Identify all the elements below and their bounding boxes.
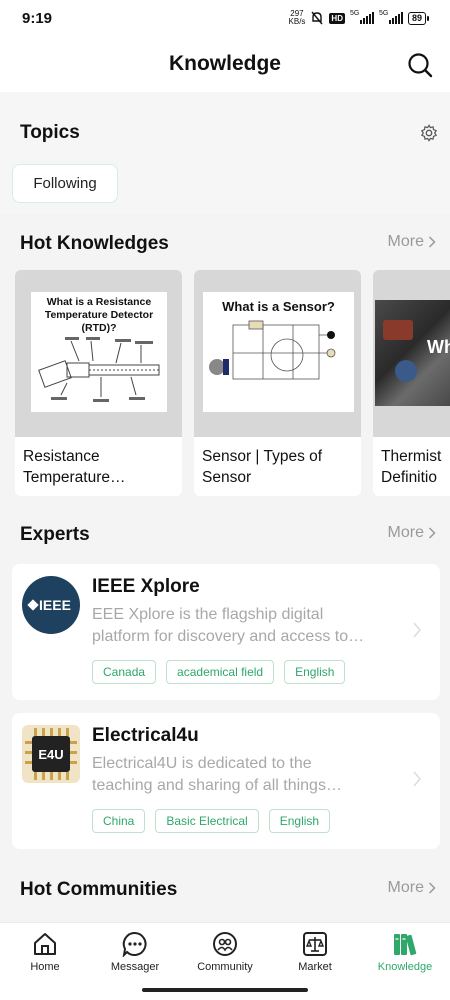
ieee-logo-text: IEEE: [39, 597, 71, 613]
tab-messager[interactable]: Messager: [90, 931, 180, 973]
image-title: Wh… a Ther…: [427, 337, 450, 357]
card-caption: Sensor | Types of Sensor: [194, 437, 361, 488]
caption-line: Resistance: [23, 448, 100, 465]
chevron-right-icon: [428, 882, 436, 894]
tag-field[interactable]: academical field: [166, 660, 275, 684]
home-indicator[interactable]: [142, 988, 308, 992]
caption-line: Temperature…: [23, 469, 126, 486]
knowledge-card-rtd[interactable]: What is a Resistance Temperature Detecto…: [15, 270, 182, 496]
mute-bell-icon: [311, 11, 323, 25]
expert-name: Electrical4u: [92, 725, 199, 746]
tag-language[interactable]: English: [268, 809, 331, 833]
tag-country[interactable]: Canada: [92, 660, 157, 684]
electrical4u-logo-text: E4U: [38, 747, 63, 762]
more-label: More: [387, 879, 424, 896]
experts-title: Experts: [20, 524, 90, 545]
knowledge-card-sensor[interactable]: What is a Sensor? Sensor | Types of Sens…: [194, 270, 361, 496]
description-line: teaching and sharing of all things…: [92, 777, 342, 794]
chevron-right-icon: [428, 527, 436, 539]
tag-country[interactable]: China: [92, 809, 146, 833]
tab-label: Knowledge: [377, 961, 433, 973]
tab-market[interactable]: Market: [270, 931, 360, 973]
tab-community[interactable]: Community: [180, 931, 270, 973]
sensor-circuit-illustration: [209, 320, 336, 380]
more-label: More: [387, 524, 424, 541]
gear-icon[interactable]: [420, 124, 438, 142]
status-time: 9:19: [22, 10, 53, 27]
sensor-circuit-image: What is a Sensor?: [203, 292, 354, 412]
chat-icon: [122, 931, 147, 957]
chevron-right-icon: [413, 622, 421, 638]
caption-line: Thermist: [381, 448, 442, 465]
hot-knowledges-carousel[interactable]: What is a Resistance Temperature Detecto…: [0, 270, 450, 500]
expert-name: IEEE Xplore: [92, 576, 200, 597]
tab-knowledge[interactable]: Knowledge: [360, 931, 450, 973]
electrical4u-chip-mark: E4U: [25, 728, 77, 780]
rtd-probe-illustration: [38, 337, 160, 402]
expert-description: EEE Xplore is the flagship digital platf…: [92, 604, 402, 648]
expert-tags: China Basic Electrical English: [92, 809, 331, 833]
tag-field[interactable]: Basic Electrical: [155, 809, 259, 833]
market-icon: [303, 932, 327, 956]
signal-label: 5G: [349, 10, 360, 17]
thermistor-photo: Wh… a Ther…: [375, 300, 450, 406]
net-speed: 297 KB/s: [289, 10, 306, 26]
signal-5g-1-icon: 5G: [349, 10, 374, 24]
card-caption: Resistance Temperature…: [15, 437, 182, 488]
status-bar: 9:19 297 KB/s HD 5G 5G 89: [0, 0, 450, 40]
expert-tags: Canada academical field English: [92, 660, 346, 684]
books-icon: [394, 934, 417, 956]
hd-badge: HD: [329, 12, 345, 24]
description-line: Electrical4U is dedicated to the: [92, 755, 312, 772]
community-icon: [213, 932, 237, 956]
chevron-right-icon: [413, 771, 421, 787]
net-speed-unit: KB/s: [288, 17, 306, 26]
experts-more-link[interactable]: More: [388, 524, 436, 542]
hot-knowledges-more-link[interactable]: More: [388, 233, 436, 251]
description-line: EEE Xplore is the flagship digital: [92, 606, 324, 623]
tab-label: Community: [197, 961, 253, 973]
expert-card-electrical4u[interactable]: E4U Electrical4u Electrical4U is dedicat…: [12, 713, 440, 849]
caption-line: Sensor: [202, 469, 252, 486]
hot-communities-more-link[interactable]: More: [388, 879, 436, 897]
app-header: Knowledge: [0, 40, 450, 92]
electrical4u-logo: E4U: [22, 725, 80, 783]
image-title: What is a Resistance Temperature Detecto…: [44, 296, 154, 334]
page-title: Knowledge: [168, 52, 281, 75]
tag-language[interactable]: English: [284, 660, 346, 684]
expert-description: Electrical4U is dedicated to the teachin…: [92, 753, 402, 797]
ieee-logo: IEEE: [22, 576, 80, 634]
more-label: More: [387, 233, 424, 250]
knowledge-card-thermistor[interactable]: Wh… a Ther… Thermist Definitio: [373, 270, 450, 496]
tab-home[interactable]: Home: [0, 931, 90, 973]
home-icon: [34, 933, 56, 955]
caption-line: Sensor | Types of: [202, 448, 323, 465]
tab-label: Market: [298, 961, 332, 973]
card-thumbnail: Wh… a Ther…: [373, 270, 450, 437]
image-title: What is a Sensor?: [222, 299, 335, 314]
ieee-logo-mark: IEEE: [27, 597, 71, 613]
description-line: platform for discovery and access to…: [92, 628, 365, 645]
tab-label: Messager: [110, 961, 160, 973]
card-thumbnail: What is a Resistance Temperature Detecto…: [15, 270, 182, 437]
hot-communities-title: Hot Communities: [20, 879, 178, 900]
tab-label: Home: [30, 961, 60, 973]
rtd-diagram-image: What is a Resistance Temperature Detecto…: [31, 292, 167, 412]
hot-knowledges-title: Hot Knowledges: [20, 233, 169, 254]
search-icon[interactable]: [406, 51, 434, 79]
signal-label: 5G: [378, 10, 389, 17]
topics-title: Topics: [20, 122, 80, 143]
status-icons: 297 KB/s HD 5G 5G 89: [289, 10, 430, 26]
following-button[interactable]: Following: [12, 164, 118, 203]
card-caption: Thermist Definitio: [373, 437, 450, 488]
battery-icon: 89: [407, 11, 430, 25]
expert-card-ieee[interactable]: IEEE IEEE Xplore EEE Xplore is the flags…: [12, 564, 440, 700]
chevron-right-icon: [428, 236, 436, 248]
card-thumbnail: What is a Sensor?: [194, 270, 361, 437]
signal-5g-2-icon: 5G: [378, 10, 403, 24]
caption-line: Definitio: [381, 469, 437, 486]
